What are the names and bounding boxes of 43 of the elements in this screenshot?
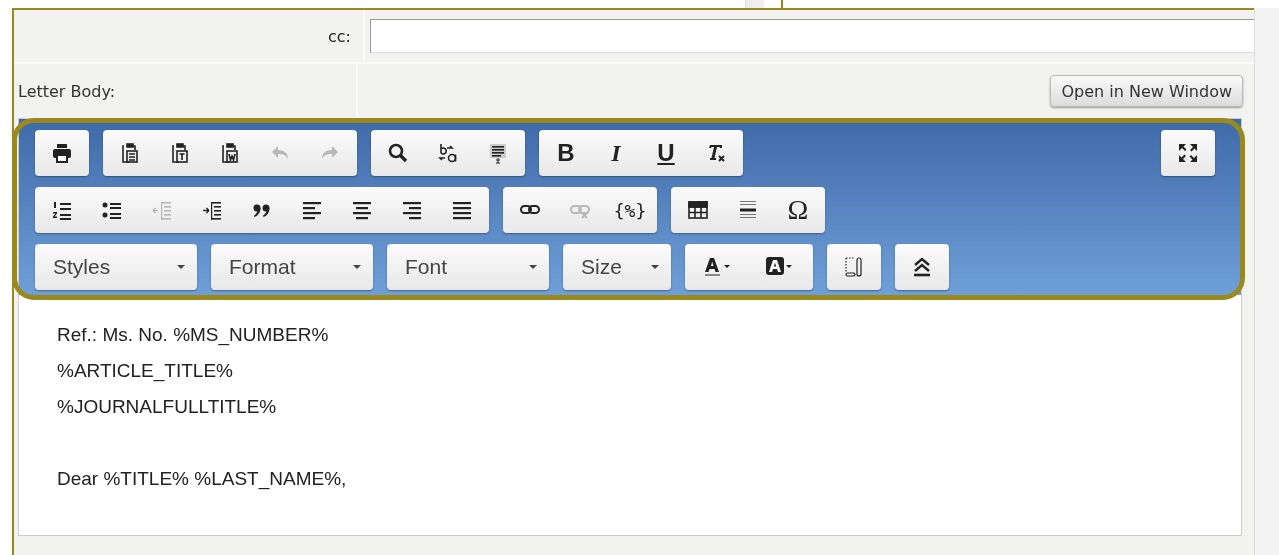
dropdown-combo[interactable]: Font (387, 244, 549, 290)
caret-icon (177, 265, 185, 269)
body-text-line: %JOURNALFULLTITLE% (57, 395, 278, 419)
collapse-toolbar-icon (911, 256, 933, 278)
maximize-icon (1177, 142, 1199, 164)
cc-label: cc: (328, 26, 351, 46)
dropdown-combo[interactable]: Styles (35, 244, 197, 290)
italic-button[interactable]: I (591, 130, 641, 176)
show-blocks-icon (843, 256, 865, 278)
special-character-button[interactable]: Ω (773, 187, 823, 233)
indent-icon (201, 199, 223, 221)
background-color-icon (765, 256, 795, 278)
clipboard-text-icon (169, 142, 191, 164)
outdent-icon (151, 199, 173, 221)
search-icon (387, 142, 409, 164)
caret-icon (529, 265, 537, 269)
dropdown-combo[interactable]: Format (211, 244, 373, 290)
clipboard-icon (119, 142, 141, 164)
placeholder-button[interactable]: {%} (605, 187, 655, 233)
editor-content[interactable]: Ref.: Ms. No. %MS_NUMBER% %ARTICLE_TITLE% %JOURNALFULLTITLE% Dear %TITLE% %LAST_NAME%, (19, 295, 1241, 535)
body-text-line: Dear %TITLE% %LAST_NAME%, (57, 467, 348, 492)
align-center-icon (351, 199, 373, 221)
select-all-icon (487, 142, 509, 164)
numbered-list-icon (51, 199, 73, 221)
bold-button[interactable]: B (541, 130, 591, 176)
print-icon (51, 142, 73, 164)
dropdown-combo[interactable]: Size (563, 244, 671, 290)
align-left-icon (301, 199, 323, 221)
clipboard-word-icon (219, 142, 241, 164)
letter-body-label: Letter Body: (18, 81, 116, 101)
cc-input-field[interactable] (370, 19, 1255, 53)
body-text-line: Ref.: Ms. No. %MS_NUMBER% (57, 323, 330, 348)
replace-icon (437, 142, 459, 164)
justify-icon (451, 199, 473, 221)
table-icon (687, 199, 709, 221)
underline-button[interactable]: U (641, 130, 691, 176)
align-right-icon (401, 199, 423, 221)
open-new-window-button[interactable]: Open in New Window (1050, 75, 1243, 107)
horizontal-rule-icon (737, 199, 759, 221)
text-color-icon (703, 256, 733, 278)
caret-icon (651, 265, 659, 269)
caret-icon (353, 265, 361, 269)
body-text-line: %ARTICLE_TITLE% (57, 359, 234, 384)
